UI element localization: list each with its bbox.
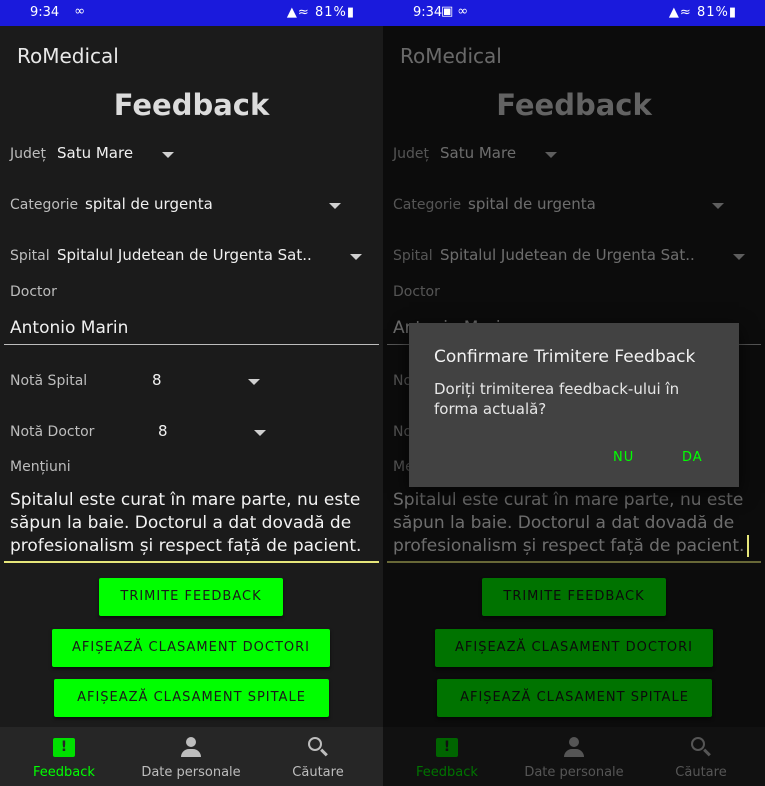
mentions-label-row: Mențiuni [10, 453, 373, 481]
nav-item-personal[interactable]: Date personale [136, 735, 246, 780]
battery-text: 81% [314, 5, 347, 20]
status-bar: 9:34 ▣∞ ▲≈ 81%▮ [383, 0, 765, 26]
dialog-message: Doriți trimiterea feedback-ului în forma… [434, 380, 680, 418]
doctor-rating-row: Notă Doctor 8 [10, 418, 373, 446]
search-icon [308, 737, 328, 759]
doctor-input[interactable]: Antonio Marin [10, 318, 128, 338]
dialog-yes-button[interactable]: DA [682, 450, 703, 465]
chevron-down-icon[interactable] [248, 379, 260, 385]
page-title: Feedback [113, 88, 270, 122]
county-select[interactable]: Satu Mare [57, 144, 133, 162]
category-select[interactable]: spital de urgenta [85, 195, 213, 213]
nav-item-search[interactable]: Căutare [263, 735, 373, 780]
doctors-ranking-label: AFIȘEAZĂ CLASAMENT DOCTORI [72, 640, 310, 655]
nav-item-feedback[interactable]: Feedback [9, 735, 119, 780]
status-time: 9:34 [30, 5, 60, 20]
text-cursor [747, 535, 749, 557]
confirm-dialog: Confirmare Trimitere Feedback Doriți tri… [409, 323, 739, 487]
screen-feedback-form: 9:34 ∞ ▲≈ 81%▮ RoMedical Feedback Județ … [0, 0, 383, 786]
signal-icon: ▲≈ [668, 5, 692, 20]
notification-icons: ▣∞ [441, 4, 473, 19]
doctor-rating-label: Notă Doctor [10, 424, 95, 440]
status-right: ▲≈ 81%▮ [669, 5, 737, 20]
send-feedback-button[interactable]: TRIMITE FEEDBACK [99, 578, 283, 616]
person-icon [181, 737, 201, 759]
chevron-down-icon[interactable] [254, 430, 266, 436]
doctor-input-underline [4, 344, 379, 345]
battery-icon: ▮ [728, 5, 737, 20]
mentions-underline [4, 561, 379, 563]
dialog-title: Confirmare Trimitere Feedback [434, 347, 696, 367]
dialog-no-button[interactable]: NU [613, 450, 634, 465]
mentions-label: Mențiuni [10, 459, 71, 475]
battery-icon: ▮ [346, 5, 355, 20]
nav-personal-label: Date personale [141, 765, 241, 780]
category-row: Categorie spital de urgenta [10, 191, 373, 219]
county-label: Județ [10, 146, 46, 162]
hospitals-ranking-label: AFIȘEAZĂ CLASAMENT SPITALE [77, 690, 306, 705]
signal-icon: ▲≈ [286, 5, 310, 20]
chevron-down-icon[interactable] [350, 254, 362, 260]
chevron-down-icon[interactable] [162, 152, 174, 158]
hospital-row: Spital Spitalul Judetean de Urgenta Sat.… [10, 242, 373, 270]
doctor-label-row: Doctor [10, 278, 373, 306]
screen-feedback-confirm: 9:34 ▣∞ ▲≈ 81%▮ RoMedical Feedback Județ… [383, 0, 765, 786]
county-row: Județ Satu Mare [10, 140, 373, 168]
nav-search-label: Căutare [292, 765, 344, 780]
app-name: RoMedical [17, 44, 119, 68]
hospital-select[interactable]: Spitalul Judetean de Urgenta Sat.. [57, 246, 312, 264]
doctors-ranking-button[interactable]: AFIȘEAZĂ CLASAMENT DOCTORI [52, 629, 330, 667]
hospital-rating-select[interactable]: 8 [152, 371, 162, 389]
send-feedback-label: TRIMITE FEEDBACK [120, 589, 262, 604]
feedback-icon [53, 738, 75, 757]
hospital-label: Spital [10, 248, 50, 264]
category-label: Categorie [10, 197, 79, 213]
hospital-rating-label: Notă Spital [10, 373, 88, 389]
bottom-navigation: Feedback Date personale Căutare [0, 727, 383, 786]
mentions-textarea[interactable]: Spitalul este curat în mare parte, nu es… [10, 489, 371, 558]
doctor-label: Doctor [10, 284, 57, 300]
hospitals-ranking-button[interactable]: AFIȘEAZĂ CLASAMENT SPITALE [54, 679, 329, 717]
status-time: 9:34 [413, 5, 443, 20]
battery-text: 81% [696, 5, 729, 20]
notification-icons: ∞ [58, 4, 90, 19]
status-right: ▲≈ 81%▮ [287, 5, 355, 20]
nav-feedback-label: Feedback [33, 765, 95, 780]
chevron-down-icon[interactable] [329, 203, 341, 209]
doctor-rating-select[interactable]: 8 [158, 422, 168, 440]
hospital-rating-row: Notă Spital 8 [10, 367, 373, 395]
status-bar: 9:34 ∞ ▲≈ 81%▮ [0, 0, 383, 26]
